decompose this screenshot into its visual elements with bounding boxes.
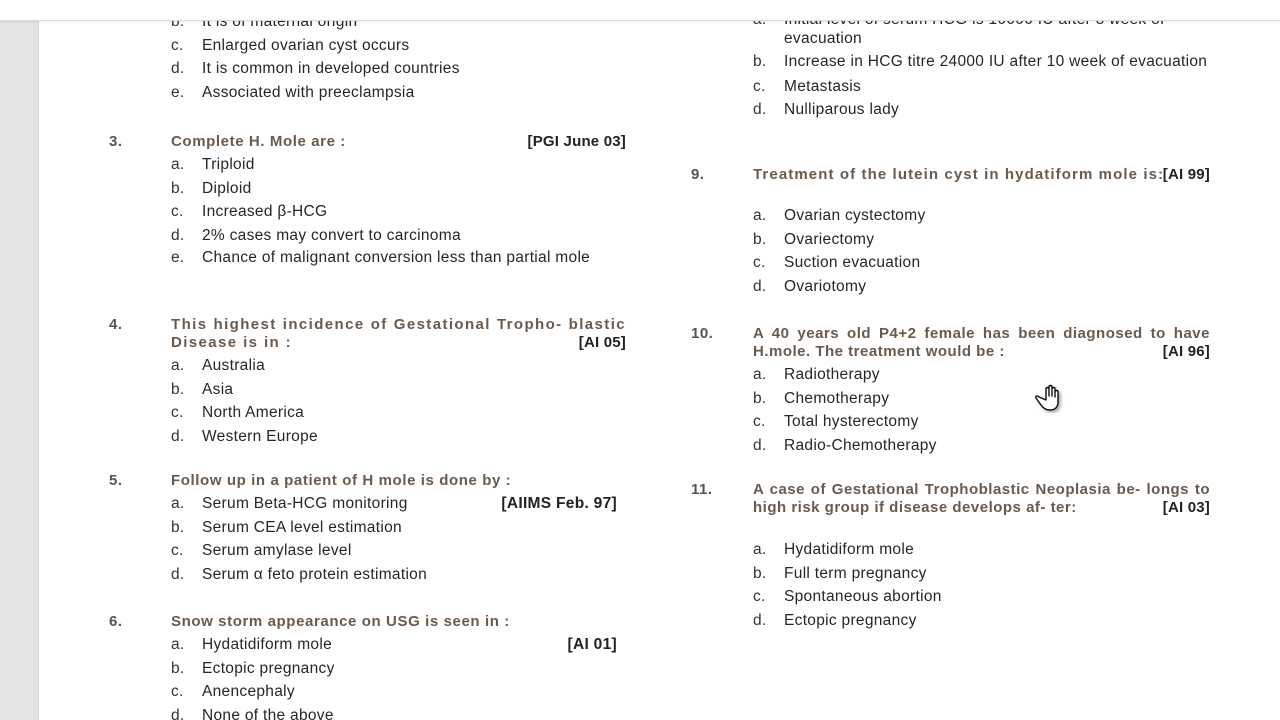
option: d. None of the above [171, 706, 334, 720]
option: a. Australia [171, 357, 266, 374]
option: d. Radio-Chemotherapy [753, 436, 937, 454]
exam-reference: [AI 99] [1162, 166, 1210, 183]
question-text: This highest incidence of Gestational Tr… [171, 316, 626, 351]
question-text: Follow up in a patient of H mole is done… [171, 472, 512, 489]
question-text: Complete H. Mole are : [PGI June 03] [171, 133, 626, 150]
partial-question-options: a.Initial level of serum HCG is 10000 IU… [753, 21, 1223, 122]
question-number: 3. [109, 133, 123, 150]
option: a. Triploid [171, 156, 255, 173]
option: d. Ectopic pregnancy [753, 611, 917, 629]
option: b. Asia [171, 380, 234, 398]
option: c. Total hysterectomy [753, 413, 919, 430]
exam-reference: [AI 03] [1162, 499, 1210, 516]
exam-reference: [AIIMS Feb. 97] [501, 495, 617, 512]
option: c. Enlarged ovarian cyst occurs [171, 36, 410, 54]
exam-reference: [AI 01] [567, 636, 617, 653]
option: c. North America [171, 404, 305, 421]
viewer-gutter [0, 21, 38, 720]
option: b. Increase in HCG titre 24000 IU after 1… [753, 53, 1208, 70]
exam-reference: [AI 96] [1162, 343, 1210, 360]
option: c. Anencephaly [171, 683, 295, 700]
question-number: 11. [691, 481, 713, 498]
question-text: A case of Gestational Trophoblastic Neop… [753, 481, 1210, 516]
option: b. It is of maternal origin [171, 21, 358, 30]
option: a. Serum Beta-HCG monitoring [AIIMS Feb. 9… [171, 492, 641, 516]
question-number: 5. [109, 472, 123, 489]
option: b. Ectopic pregnancy [171, 659, 335, 677]
option: b. Chemotherapy [753, 389, 890, 407]
question-options: a. Australia b. Asia c. North America d. Wes… [171, 354, 641, 448]
option: e. Chance of malignant conversion less th… [171, 249, 591, 266]
question-text: Treatment of the lutein cyst in hydatifo… [753, 166, 1210, 183]
option: d. Serum α feto protein estimation [171, 565, 428, 583]
option: a. Hydatidiform mole [AI 01] [171, 633, 641, 657]
hand-grab-cursor-icon [1033, 383, 1065, 413]
exam-reference: [PGI June 03] [527, 133, 626, 150]
question-number: 4. [109, 316, 123, 333]
question-options: a. Serum Beta-HCG monitoring [AIIMS Feb. 9… [171, 492, 641, 586]
question-text: A 40 years old P4+2 female has been diag… [753, 325, 1210, 360]
question-options: a. Ovarian cystectomy b. Ovariectomy c. Suc… [753, 204, 1223, 298]
option: c. Spontaneous abortion [753, 588, 942, 605]
option: d. It is common in developed countries [171, 60, 460, 77]
question-options: a. Hydatidiform mole b. Full term pregnanc… [753, 538, 1223, 632]
option: c. Metastasis [753, 77, 862, 95]
option: a. Hydatidiform mole [753, 541, 915, 558]
partial-question-options: b. It is of maternal origin c. Enlarged ov… [171, 21, 641, 104]
option: a.Initial level of serum HCG is 10000 IU… [753, 21, 1164, 47]
option: e. Associated with preeclampsia [171, 83, 415, 101]
option: d. 2% cases may convert to carcinoma [171, 226, 461, 244]
option: c. Suction evacuation [753, 254, 921, 271]
option: c. Serum amylase level [171, 542, 352, 559]
question-number: 10. [691, 325, 714, 342]
option: d. Western Europe [171, 427, 318, 445]
question-options: a. Hydatidiform mole [AI 01] b. Ectopic pre… [171, 633, 641, 720]
document-page[interactable]: b. It is of maternal origin c. Enlarged ov… [38, 21, 1280, 720]
viewer-toolbar [0, 0, 1280, 21]
question-text: Snow storm appearance on USG is seen in … [171, 613, 510, 630]
option: d. Nulliparous lady [753, 101, 900, 118]
question-number: 6. [109, 613, 123, 630]
option: b. Full term pregnancy [753, 564, 927, 582]
option: d. Ovariotomy [753, 277, 867, 295]
question-options: a. Triploid b. Diploid c. Increased β-HCG d… [171, 153, 641, 271]
option: c. Increased β-HCG [171, 203, 328, 220]
option: a. Ovarian cystectomy [753, 207, 926, 224]
option: b. Serum CEA level estimation [171, 518, 402, 536]
exam-reference: [AI 05] [578, 334, 626, 351]
option: b. Ovariectomy [753, 230, 875, 248]
option: b. Diploid [171, 179, 252, 197]
question-number: 9. [691, 166, 705, 183]
question-options: a. Radiotherapy b. Chemotherapy c. Total hy… [753, 363, 1223, 457]
option: a. Radiotherapy [753, 366, 880, 383]
